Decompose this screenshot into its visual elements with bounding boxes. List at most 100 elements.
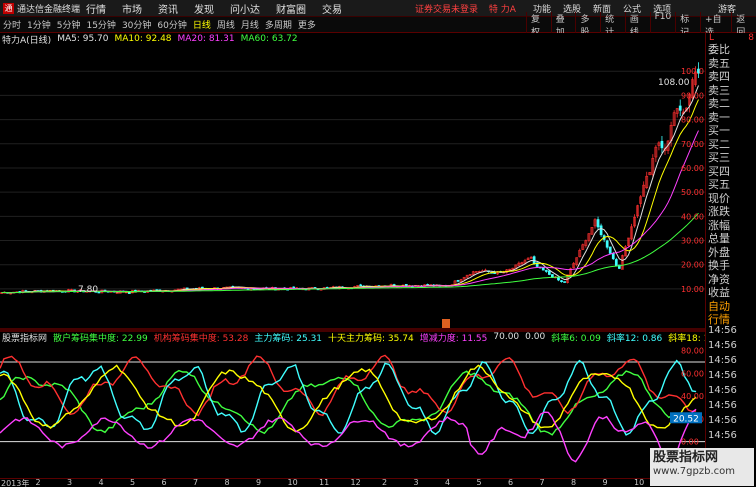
period-weekly[interactable]: 周线 <box>214 18 238 31</box>
login-message: 证券交易未登录 <box>415 4 479 15</box>
candle-body <box>614 259 618 267</box>
candle-body <box>563 281 566 283</box>
candle-body <box>611 253 615 260</box>
indicator-axis-tick: 40.00 <box>681 392 704 401</box>
price-axis-tick: 60.00 <box>681 164 704 173</box>
price-axis-tick: 70.00 <box>681 140 704 149</box>
tick-time: 14:56 <box>708 340 737 351</box>
time-axis-tick: 4 <box>445 478 451 487</box>
time-axis-tick: 6 <box>161 478 167 487</box>
candle-body <box>544 270 548 272</box>
menu-item-news[interactable]: 资讯 <box>158 1 178 16</box>
ma20-label: MA20: 81.31 <box>177 34 235 44</box>
candle-body <box>608 246 612 254</box>
tick-time: 14:56 <box>708 370 737 381</box>
time-axis-tick: 7 <box>539 478 545 487</box>
current-stock-name: 特 力A <box>488 4 516 15</box>
tick-time: 14:56 <box>708 430 737 441</box>
price-axis-tick: 20.00 <box>681 261 704 270</box>
watermark-url: www.7gpzb.com <box>653 466 735 477</box>
period-intraday[interactable]: 分时 <box>0 18 24 31</box>
price-axis-tick: 50.00 <box>681 188 704 197</box>
high-price-label: 108.00 <box>658 78 690 88</box>
candle-body <box>599 225 603 236</box>
menu-item-ask[interactable]: 问小达 <box>230 1 260 16</box>
price-axis-tick: 40.00 <box>681 212 704 221</box>
upper-level-label: 70.00 <box>493 332 520 342</box>
watermark-title: 股票指标网 <box>653 450 719 465</box>
low-price-label: 7.80 <box>78 285 98 295</box>
time-axis-tick: 5 <box>130 478 136 487</box>
indicator-axis-tick: 80.00 <box>681 347 704 356</box>
time-axis-tick: 9 <box>256 478 262 487</box>
price-axis-tick: 90.00 <box>681 91 704 100</box>
period-daily[interactable]: 日线 <box>190 18 214 31</box>
period-30min[interactable]: 30分钟 <box>119 18 154 31</box>
candle-body <box>127 292 131 294</box>
app-logo: 通 通达信金融终端 <box>0 2 86 15</box>
period-multi[interactable]: 多周期 <box>262 18 295 31</box>
period-60min[interactable]: 60分钟 <box>154 18 189 31</box>
period-15min[interactable]: 15分钟 <box>83 18 118 31</box>
app-title: 通达信金融终端 <box>17 4 81 15</box>
candle-body <box>456 280 460 282</box>
time-axis-tick: 7 <box>193 478 199 487</box>
menu-item-wealth[interactable]: 财富圈 <box>276 1 306 16</box>
time-axis-tick: 2013年 <box>1 479 30 487</box>
time-axis-tick: 10 <box>287 478 298 487</box>
ten-day-chips-label: 十天主力筹码: 35.74 <box>328 333 414 344</box>
main-chips-label: 主力筹码: 25.31 <box>254 333 323 344</box>
period-5min[interactable]: 5分钟 <box>54 18 84 31</box>
time-axis-tick: 12 <box>350 478 361 487</box>
period-monthly[interactable]: 月线 <box>238 18 262 31</box>
lower-level-label: 0.00 <box>525 332 546 342</box>
menu-item-trade[interactable]: 交易 <box>322 1 342 16</box>
time-axis-tick: 4 <box>98 478 104 487</box>
slope6-label: 斜率6: 0.09 <box>551 333 601 344</box>
period-toolbar: 分时 1分钟 5分钟 15分钟 30分钟 60分钟 日线 周线 月线 多周期 更… <box>0 11 756 38</box>
candle-body <box>605 240 609 248</box>
indicator-name[interactable]: 股票指标网 <box>2 331 47 344</box>
change-strength-label: 增减力度: 11.55 <box>419 333 488 344</box>
price-axis-tick: 100.0 <box>681 67 704 76</box>
indicator-legend: 股票指标网 散户筹码集中度: 22.99 机构筹码集中度: 53.28 主力筹码… <box>0 331 730 344</box>
candle-body <box>678 105 682 111</box>
period-more[interactable]: 更多 <box>295 18 319 31</box>
candle-body <box>596 219 600 228</box>
ma60-label: MA60: 63.72 <box>240 34 298 44</box>
candle-body <box>557 277 560 281</box>
institution-concentration-label: 机构筹码集中度: 53.28 <box>153 333 249 344</box>
watermark: 股票指标网 www.7gpzb.com <box>650 448 754 486</box>
candle-body <box>541 267 545 271</box>
period-1min[interactable]: 1分钟 <box>24 18 54 31</box>
time-axis-tick: 10 <box>634 478 645 487</box>
info-mine-icon[interactable] <box>442 319 450 328</box>
price-axis-tick: 80.00 <box>681 116 704 125</box>
candle-body <box>532 256 536 264</box>
time-axis-tick: 6 <box>508 478 514 487</box>
menu-item-discover[interactable]: 发现 <box>194 1 214 16</box>
app-logo-icon: 通 <box>3 2 14 14</box>
tick-time: 14:56 <box>708 385 737 396</box>
tick-time: 14:56 <box>708 325 737 336</box>
candle-body <box>560 280 563 282</box>
candle-body <box>660 140 664 149</box>
menu-item-market-quotes[interactable]: 行情 <box>86 1 106 16</box>
menu-item-market[interactable]: 市场 <box>122 1 142 16</box>
login-status[interactable]: 证券交易未登录 特 力A <box>415 2 516 15</box>
price-axis-tick: 10.00 <box>681 285 704 294</box>
time-axis-tick: 2 <box>382 478 388 487</box>
indicator-axis-tick: 0.00 <box>681 438 699 447</box>
time-axis-tick: 2 <box>35 478 41 487</box>
candle-body <box>359 284 363 287</box>
chart-area[interactable]: 100.0 90.00 80.00 70.00 60.00 50.00 40.00 30.00… <box>0 33 705 478</box>
indicator-axis-tick: 60.00 <box>681 369 704 378</box>
panel-header-right: 8 <box>748 33 754 43</box>
time-axis-tick: 8 <box>224 478 230 487</box>
current-value-label: 20.52 <box>673 414 699 424</box>
tick-time: 14:56 <box>708 415 737 426</box>
tick-time: 14:56 <box>708 355 737 366</box>
slope12-label: 斜率12: 0.86 <box>606 333 663 344</box>
candle-body <box>97 291 101 294</box>
time-axis-tick: 9 <box>602 478 608 487</box>
